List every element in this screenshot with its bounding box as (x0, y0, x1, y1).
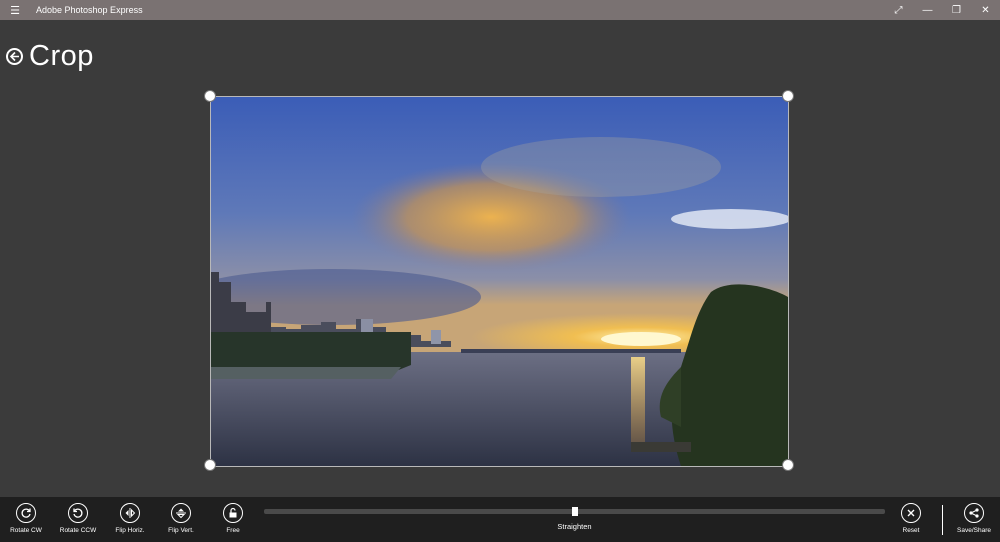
restore-icon[interactable]: ❐ (942, 0, 971, 20)
back-arrow-icon[interactable] (6, 48, 23, 65)
share-icon (964, 503, 984, 523)
rotate-cw-icon (16, 503, 36, 523)
hamburger-icon[interactable]: ☰ (0, 0, 30, 20)
title-bar: ☰ Adobe Photoshop Express ⤢ — ❐ ✕ (0, 0, 1000, 20)
reset-label: Reset (902, 527, 920, 534)
flip-horizontal-icon (120, 503, 140, 523)
toolbar-divider (942, 505, 943, 535)
rotate-ccw-label: Rotate CCW (59, 527, 97, 534)
rotate-cw-label: Rotate CW (10, 527, 42, 534)
rotate-cw-button[interactable]: Rotate CW (0, 503, 52, 534)
rotate-ccw-button[interactable]: Rotate CCW (52, 503, 104, 534)
straighten-label: Straighten (557, 522, 592, 531)
flip-horizontal-button[interactable]: Flip Horiz. (104, 503, 156, 534)
reset-x-icon (901, 503, 921, 523)
free-aspect-button[interactable]: Free (207, 503, 259, 534)
landscape-photo (210, 96, 789, 467)
bottom-toolbar: Rotate CW Rotate CCW Flip Horiz. Flip Ve… (0, 497, 1000, 542)
rotate-ccw-icon (68, 503, 88, 523)
flip-vertical-icon (171, 503, 191, 523)
app-title: Adobe Photoshop Express (36, 5, 143, 15)
flip-vertical-label: Flip Vert. (168, 527, 194, 534)
free-aspect-label: Free (226, 527, 240, 534)
save-share-label: Save/Share (957, 527, 991, 534)
straighten-thumb[interactable] (571, 507, 578, 516)
flip-vertical-button[interactable]: Flip Vert. (155, 503, 207, 534)
close-icon[interactable]: ✕ (971, 0, 1000, 20)
save-share-button[interactable]: Save/Share (948, 503, 1000, 534)
crop-area[interactable] (204, 90, 794, 471)
page-header: Crop (6, 40, 94, 73)
window-controls: ⤢ — ❐ ✕ (884, 0, 1000, 20)
crop-handle-top-left[interactable] (204, 90, 216, 102)
reset-button[interactable]: Reset (885, 503, 937, 534)
page-title: Crop (29, 40, 94, 72)
flip-horizontal-label: Flip Horiz. (115, 527, 145, 534)
fullscreen-icon[interactable]: ⤢ (884, 0, 913, 20)
minimize-icon[interactable]: — (913, 0, 942, 20)
crop-handle-bottom-right[interactable] (782, 459, 794, 471)
crop-handle-bottom-left[interactable] (204, 459, 216, 471)
crop-handle-top-right[interactable] (782, 90, 794, 102)
lock-icon (223, 503, 243, 523)
